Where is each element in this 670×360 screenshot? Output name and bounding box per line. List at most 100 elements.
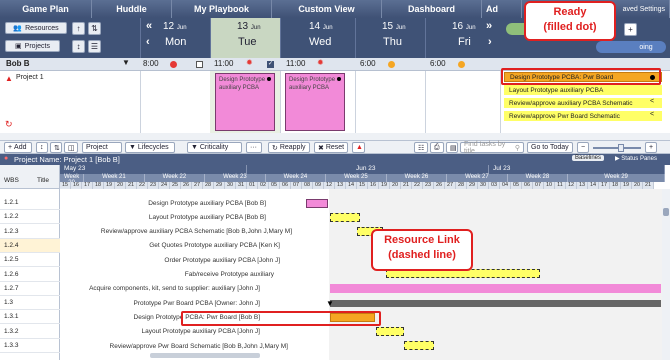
day-task-card[interactable]: Design Prototype auxiliary PCBA	[285, 73, 345, 131]
add-button[interactable]: + Add	[4, 142, 32, 153]
day-column-mon[interactable]: « ‹ 12 Jun Mon	[140, 18, 210, 58]
tab-game-plan[interactable]: Game Plan	[0, 0, 92, 18]
wbs-cell[interactable]: 1.3.3	[0, 339, 60, 353]
wbs-cell[interactable]: 1.2.1	[0, 196, 60, 210]
ongoing-task[interactable]: Review/approve Pwr Board Schematic	[504, 111, 662, 121]
tab-dashboard[interactable]: Dashboard	[382, 0, 482, 18]
day-header: 17	[599, 182, 610, 189]
ongoing-task[interactable]: Layout Prototype auxiliary PCBA	[504, 85, 662, 95]
add-icon[interactable]: +	[624, 23, 637, 36]
day-header: 29	[214, 182, 225, 189]
day-header: 24	[159, 182, 170, 189]
gantt-task-label[interactable]: Get Quotes Prototype auxiliary PCBA [Ken…	[60, 239, 280, 253]
wbs-cell[interactable]: 1.3.1	[0, 310, 60, 325]
wbs-cell[interactable]: 1.2.2	[0, 210, 60, 225]
tab-custom-view[interactable]: Custom View	[272, 0, 382, 18]
reset-button[interactable]: ✖ Reset	[314, 142, 348, 153]
reapply-button[interactable]: ↻ Reapply	[268, 142, 310, 153]
document-icon[interactable]: ▤	[446, 142, 458, 153]
day-header: 21	[643, 182, 654, 189]
gantt-task-label[interactable]: Layout Prototype auxiliary PCBA [John J]	[60, 325, 260, 339]
sun-icon: ✹	[317, 58, 324, 67]
day-column-tue[interactable]: 13 Jun Tue	[210, 18, 280, 58]
warning-icon[interactable]: ▲	[352, 142, 365, 153]
gantt-bar[interactable]	[306, 199, 328, 208]
title-header[interactable]: Title	[37, 177, 49, 184]
print-icon[interactable]: ⎙	[430, 142, 444, 153]
gantt-task-label[interactable]: Design Prototype auxiliary PCBA [Bob B]	[60, 196, 266, 210]
checkbox-icon[interactable]	[196, 61, 203, 68]
collapse-icon[interactable]: ↑	[72, 22, 85, 35]
day-header: 22	[137, 182, 148, 189]
day-column-wed[interactable]: 14 Jun Wed	[280, 18, 355, 58]
gantt-task-label[interactable]: Acquire components, kit, send to supplie…	[60, 282, 260, 296]
tab-my-playbook[interactable]: My Playbook	[172, 0, 272, 18]
day-task-card[interactable]: Design Prototype auxiliary PCBA	[215, 73, 275, 131]
week-header: Week 29	[568, 174, 665, 182]
gantt-bar[interactable]	[330, 213, 360, 222]
refresh-icon[interactable]: ↻	[5, 119, 13, 130]
day-column-thu[interactable]: 15 Jun Thu	[355, 18, 425, 58]
wbs-cell[interactable]: 1.2.6	[0, 268, 60, 282]
wbs-cell[interactable]: 1.2.7	[0, 282, 60, 296]
tab-huddle[interactable]: Huddle	[92, 0, 172, 18]
wbs-cell[interactable]: 1.2.4	[0, 238, 60, 253]
gantt-task-label[interactable]: Review/approve auxiliary PCBA Schematic …	[60, 225, 292, 239]
zoom-slider[interactable]	[593, 147, 641, 149]
expand-collapse-icon[interactable]: ↕	[36, 142, 48, 153]
chevron-left-icon[interactable]: ‹	[146, 36, 150, 48]
gantt-bar[interactable]	[376, 327, 404, 336]
chevron-right-double-icon[interactable]: »	[486, 20, 492, 32]
sort-icon[interactable]: ⇅	[50, 142, 62, 153]
vertical-scrollbar-thumb[interactable]	[663, 208, 669, 216]
chevron-left-double-icon[interactable]: «	[146, 20, 152, 32]
more-icon[interactable]: ···	[246, 142, 262, 153]
status-panes-toggle[interactable]: ▶ Status Panes	[615, 155, 657, 162]
goto-today-button[interactable]: Go to Today	[527, 142, 573, 153]
gantt-bar[interactable]	[404, 341, 434, 350]
gantt-task-label[interactable]: Order Prototype auxiliary PCBA [John J]	[60, 253, 280, 267]
summary-bar[interactable]	[330, 300, 661, 307]
wbs-cell[interactable]: 1.3	[0, 296, 60, 311]
wbs-cell[interactable]: 1.3.2	[0, 325, 60, 339]
splitter[interactable]	[0, 133, 670, 140]
tab-ad[interactable]: Ad	[482, 0, 522, 18]
day-header: 28	[456, 182, 467, 189]
baselines-button[interactable]: Baselines	[572, 155, 605, 161]
lifecycles-button[interactable]: ▼ Lifecycles	[125, 142, 175, 153]
list-icon[interactable]: ☰	[88, 40, 101, 53]
chevron-down-icon[interactable]: ▼	[122, 58, 130, 67]
project-button[interactable]: Project	[82, 142, 122, 153]
criticality-button[interactable]: ▼ Criticality	[187, 142, 242, 153]
find-tasks-input[interactable]: Find tasks by title ⚲	[460, 141, 524, 155]
checked-checkbox-icon[interactable]: ✓	[267, 61, 274, 68]
gantt-task-label[interactable]: Review/approve Pwr Board Schematic [Bob …	[60, 339, 288, 353]
chevron-right-icon[interactable]: ›	[488, 36, 492, 48]
gantt-task-label[interactable]: Layout Prototype auxiliary PCBA [Bob B]	[60, 210, 266, 224]
resource-link-highlight	[181, 311, 381, 326]
wbs-header[interactable]: WBS	[4, 177, 19, 184]
sort-icon[interactable]: ⇅	[88, 22, 101, 35]
day-header: 11	[555, 182, 566, 189]
ready-dot-icon	[337, 77, 341, 81]
zoom-out-icon[interactable]: −	[577, 142, 589, 153]
day-header: 16	[368, 182, 379, 189]
gantt-task-label[interactable]: Fab/receive Prototype auxiliary	[60, 268, 274, 282]
wbs-cell[interactable]: 1.2.3	[0, 225, 60, 239]
resources-button[interactable]: 👥 Resources	[5, 22, 67, 34]
gantt-bar[interactable]	[330, 284, 661, 293]
projects-button[interactable]: ▣ Projects	[5, 40, 60, 52]
tab-ongoing[interactable]: oing	[596, 41, 666, 53]
filter-icon[interactable]: ◫	[64, 142, 78, 153]
day-header: 06	[280, 182, 291, 189]
zoom-in-icon[interactable]: +	[645, 142, 657, 153]
network-icon[interactable]: ☷	[414, 142, 428, 153]
expand-icon[interactable]: ↕	[72, 40, 85, 53]
horizontal-scrollbar[interactable]	[150, 353, 260, 358]
project-label[interactable]: Project 1	[16, 74, 44, 81]
gantt-task-label[interactable]: Prototype Pwr Board PCBA [Owner: John J]	[60, 296, 260, 310]
zoom-slider-handle[interactable]	[618, 144, 624, 152]
wbs-cell[interactable]: 1.2.5	[0, 253, 60, 268]
day-column-fri[interactable]: 16 Jun Fri » ›	[425, 18, 500, 58]
ongoing-task[interactable]: Review/approve auxiliary PCBA Schematic	[504, 98, 662, 108]
